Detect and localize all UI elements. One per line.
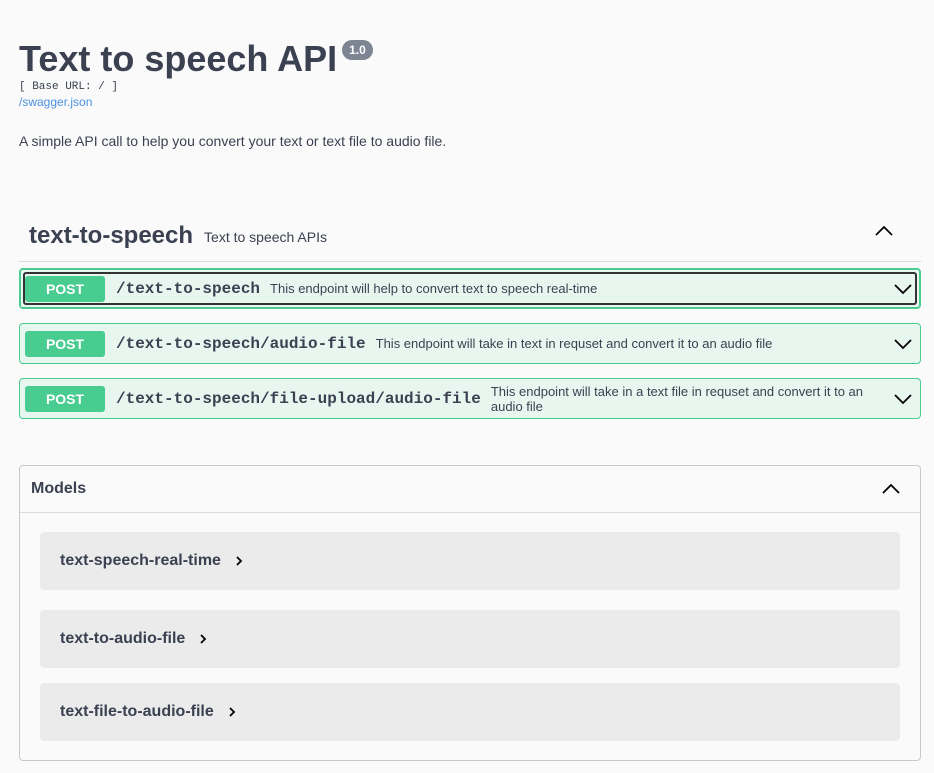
api-info: Text to speech API 1.0 [ Base URL: / ] /… (19, 38, 373, 109)
chevron-down-icon[interactable] (892, 278, 914, 300)
model-item[interactable]: text-speech-real-time (40, 532, 900, 590)
swagger-json-link[interactable]: /swagger.json (19, 95, 373, 109)
models-title: Models (31, 480, 87, 497)
model-name: text-speech-real-time (60, 552, 221, 569)
operation-path: /text-to-speech (116, 279, 261, 298)
title-row: Text to speech API 1.0 (19, 38, 373, 80)
model-name: text-to-audio-file (60, 630, 186, 647)
operation-summary: This endpoint will take in text in requs… (375, 336, 773, 351)
version-badge: 1.0 (342, 40, 373, 60)
tag-name[interactable]: text-to-speech (29, 222, 193, 250)
operation-summary: This endpoint will help to convert text … (270, 281, 598, 296)
chevron-down-icon[interactable] (892, 333, 914, 355)
method-badge: POST (25, 330, 105, 357)
operation-path: /text-to-speech/file-upload/audio-file (116, 389, 481, 408)
page-title: Text to speech API (19, 38, 338, 79)
chevron-up-icon[interactable] (880, 478, 902, 500)
chevron-right-icon[interactable] (235, 555, 243, 567)
operation-post-file-upload-audio-file[interactable]: POST /text-to-speech/file-upload/audio-f… (19, 378, 921, 419)
chevron-down-icon[interactable] (892, 388, 914, 410)
operation-post-text-to-speech[interactable]: POST /text-to-speech This endpoint will … (19, 268, 921, 309)
chevron-up-icon[interactable] (873, 220, 895, 242)
method-badge: POST (25, 275, 105, 302)
chevron-right-icon[interactable] (199, 633, 207, 645)
tag-section-header[interactable]: text-to-speech Text to speech APIs (19, 210, 921, 262)
tag-description: Text to speech APIs (204, 229, 327, 245)
model-item[interactable]: text-file-to-audio-file (40, 683, 900, 741)
operation-summary: This endpoint will take in a text file i… (490, 383, 864, 414)
operation-post-audio-file[interactable]: POST /text-to-speech/audio-file This end… (19, 323, 921, 364)
chevron-right-icon[interactable] (228, 706, 236, 718)
method-badge: POST (25, 385, 105, 412)
base-url: [ Base URL: / ] (19, 81, 119, 93)
model-name: text-file-to-audio-file (60, 703, 214, 720)
api-description: A simple API call to help you convert yo… (19, 133, 447, 149)
models-section: Models text-speech-real-time text-to-aud… (19, 465, 921, 761)
operation-path: /text-to-speech/audio-file (116, 334, 366, 353)
model-item[interactable]: text-to-audio-file (40, 610, 900, 668)
models-header[interactable]: Models (20, 466, 920, 513)
